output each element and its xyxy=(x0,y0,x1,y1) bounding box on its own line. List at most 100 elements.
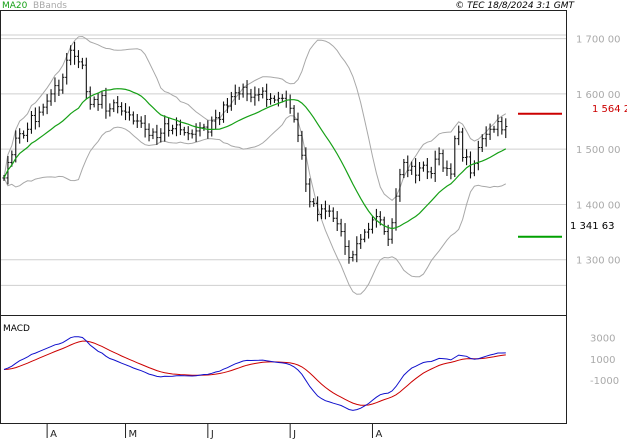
price-bar xyxy=(237,86,241,100)
x-tick-label: J xyxy=(292,429,296,440)
price-bar xyxy=(116,96,120,114)
price-bar xyxy=(72,41,77,65)
price-bar xyxy=(327,205,331,218)
price-bar xyxy=(366,222,371,239)
legend-ma20: MA20 xyxy=(2,1,28,11)
price-bar xyxy=(457,125,461,146)
price-bar xyxy=(453,135,457,178)
price-bar xyxy=(41,103,45,116)
price-bar xyxy=(500,116,504,135)
x-tick-label: J xyxy=(210,429,214,440)
price-bar xyxy=(257,88,261,102)
x-tick-label: A xyxy=(375,429,382,440)
price-bar xyxy=(464,149,469,166)
price-bar xyxy=(433,150,437,182)
price-bar xyxy=(421,161,426,172)
price-bar xyxy=(304,147,308,192)
price-bar xyxy=(363,229,367,243)
price-bar xyxy=(18,128,22,144)
y-tick-label: 1 300 00 xyxy=(576,256,621,267)
y-tick-label: 1 400 00 xyxy=(576,200,621,211)
price-bar xyxy=(343,223,347,255)
bollinger-bands xyxy=(3,35,507,295)
price-bar xyxy=(504,118,508,139)
price-bar xyxy=(429,166,433,179)
macd-title: MACD xyxy=(3,324,30,334)
price-bar xyxy=(272,95,277,103)
price-bar xyxy=(476,140,480,171)
level-label-lower: 1 341 63 xyxy=(570,221,615,232)
price-bar xyxy=(323,200,328,220)
price-bar xyxy=(76,50,81,69)
price-bar xyxy=(288,94,292,114)
y-tick-labels: 1 300 00 1 400 00 1 500 00 1 600 00 1 700 00… xyxy=(576,35,621,388)
macd-lines xyxy=(3,336,506,411)
macd-line xyxy=(3,336,506,411)
price-bar xyxy=(245,80,249,102)
price-bar xyxy=(170,124,175,135)
price-bar xyxy=(437,147,441,166)
price-bar xyxy=(359,234,363,249)
price-bar xyxy=(300,130,304,160)
price-bar xyxy=(104,87,108,119)
price-bar xyxy=(484,126,488,147)
price-bar xyxy=(417,162,422,182)
price-bar xyxy=(182,126,186,136)
price-bar xyxy=(249,88,253,103)
price-bar xyxy=(61,73,65,94)
y-tick-label: 1 500 00 xyxy=(576,145,621,156)
price-bar xyxy=(445,160,449,176)
price-bar xyxy=(49,89,53,106)
price-bar xyxy=(96,92,100,111)
macd-panel-frame xyxy=(0,315,567,424)
price-bar xyxy=(233,84,237,105)
level-lines xyxy=(518,112,562,238)
price-bar xyxy=(123,103,128,121)
price-bar xyxy=(88,86,92,110)
price-bar xyxy=(92,96,96,108)
x-tick-label: M xyxy=(129,429,138,440)
ma20-line-group xyxy=(3,88,507,230)
price-bar xyxy=(167,117,171,137)
price-bar xyxy=(112,99,116,113)
price-bar xyxy=(108,103,112,117)
y-tick-label: 1 700 00 xyxy=(576,35,621,46)
copyright-label: © TEC 18/8/2024 3:1 GMT xyxy=(455,1,575,11)
price-bar xyxy=(53,77,57,103)
price-bar xyxy=(492,125,496,133)
macd-signal-line xyxy=(3,340,506,406)
x-tick-labels: AMJJA xyxy=(46,423,382,440)
price-bar xyxy=(33,107,37,130)
ma20-line xyxy=(3,88,507,230)
legend-bbands: BBands xyxy=(33,1,67,11)
price-bar xyxy=(261,87,265,99)
price-bar xyxy=(159,128,163,143)
macd-y-tick-label: 3000 xyxy=(590,333,615,344)
bband-upper xyxy=(3,35,507,202)
price-bar xyxy=(84,57,88,100)
price-bar xyxy=(308,178,312,208)
price-bar xyxy=(312,198,316,207)
price-bar xyxy=(316,196,320,222)
macd-y-tick-label: 1000 xyxy=(590,355,615,366)
price-bar xyxy=(163,115,167,142)
price-bar xyxy=(45,94,49,115)
price-bar xyxy=(186,126,190,141)
price-bar xyxy=(202,123,206,131)
price-bar xyxy=(25,122,30,143)
price-bar xyxy=(143,114,147,138)
price-bar xyxy=(155,124,159,145)
x-tick-label: A xyxy=(50,429,57,440)
price-bar xyxy=(120,102,124,116)
price-bar xyxy=(284,90,288,108)
price-bar xyxy=(268,93,273,105)
level-label-upper: 1 564 2 xyxy=(592,104,627,115)
price-bar xyxy=(190,129,194,139)
price-bar xyxy=(414,158,418,184)
price-bar xyxy=(22,130,26,139)
price-bar xyxy=(139,116,143,128)
price-bar xyxy=(339,218,343,237)
price-panel-frame xyxy=(0,10,567,316)
price-bar xyxy=(80,57,84,70)
price-bar xyxy=(441,149,445,172)
